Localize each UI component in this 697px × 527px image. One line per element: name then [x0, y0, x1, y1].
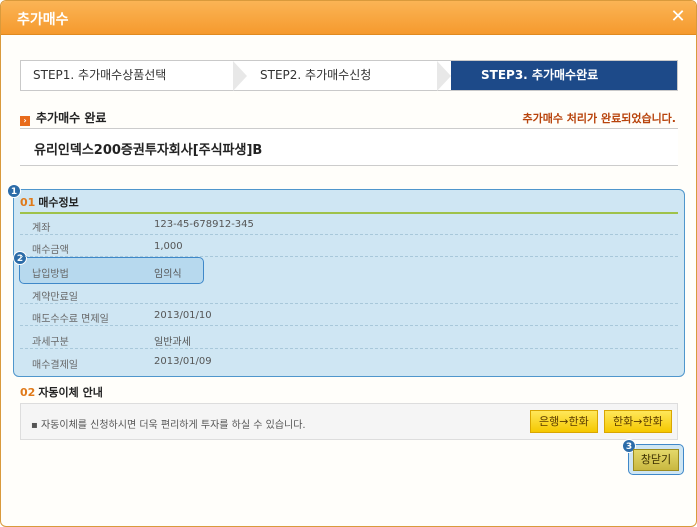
arrow-box-icon: ›: [20, 116, 30, 126]
info-row: 계약만료일: [20, 283, 678, 304]
step-arrow-icon: [437, 61, 451, 91]
window-title: 추가매수: [17, 12, 69, 28]
product-box: 유리인덱스200증권투자회사[주식파생]B: [20, 128, 678, 166]
row-value: 일반과세: [154, 337, 191, 348]
auto-transfer-title: 자동이체 안내: [38, 386, 103, 399]
info-row: 납입방법 임의식: [20, 260, 678, 281]
row-value: 123-45-678912-345: [154, 219, 254, 230]
step-2: STEP2. 추가매수신청: [260, 68, 372, 82]
close-icon[interactable]: ✕: [668, 7, 688, 27]
popup-window: 추가매수 ✕ STEP1. 추가매수상품선택 STEP2. 추가매수신청 STE…: [0, 0, 697, 527]
auto-transfer-desc: 자동이체를 신청하시면 더욱 편리하게 투자를 하실 수 있습니다.: [40, 420, 306, 431]
info-row: 매수금액 1,000: [20, 236, 678, 257]
row-label: 매도수수료 면제일: [32, 314, 109, 325]
info-row: 계좌 123-45-678912-345: [20, 214, 678, 235]
step-arrow-icon: [233, 61, 247, 91]
step-1: STEP1. 추가매수상품선택: [33, 68, 167, 82]
row-value: 1,000: [154, 241, 183, 252]
section-number: 02: [20, 386, 36, 399]
close-window-button[interactable]: 창닫기: [633, 449, 679, 471]
purchase-info-heading: 01 매수정보: [20, 194, 79, 210]
info-row: 과세구분 일반과세: [20, 328, 678, 349]
section-title: › 추가매수 완료: [20, 109, 106, 126]
auto-transfer-heading: 02 자동이체 안내: [20, 384, 103, 400]
info-row: 매수결제일 2013/01/09: [20, 351, 678, 372]
row-label: 계좌: [32, 223, 51, 234]
row-label: 매수결제일: [32, 360, 78, 371]
section-title-text: 추가매수 완료: [36, 111, 107, 125]
completion-message: 추가매수 처리가 완료되었습니다.: [522, 112, 676, 125]
row-label: 매수금액: [32, 245, 69, 256]
purchase-info-title: 매수정보: [38, 196, 79, 209]
bank-to-hanwha-button[interactable]: 은행→한화: [530, 410, 598, 433]
step-3-active: STEP3. 추가매수완료: [451, 61, 677, 90]
info-row: 매도수수료 면제일 2013/01/10: [20, 305, 678, 326]
row-label: 납입방법: [32, 269, 69, 280]
step-indicator: STEP1. 추가매수상품선택 STEP2. 추가매수신청 STEP3. 추가매…: [20, 60, 678, 91]
section-number: 01: [20, 196, 36, 209]
badge-1: 1: [7, 184, 21, 198]
title-bar: 추가매수 ✕: [1, 1, 696, 35]
product-name: 유리인덱스200증권투자회사[주식파생]B: [34, 143, 263, 158]
row-value: 임의식: [154, 269, 182, 280]
row-label: 과세구분: [32, 337, 69, 348]
row-value: 2013/01/09: [154, 356, 212, 367]
row-value: 2013/01/10: [154, 310, 212, 321]
hanwha-to-hanwha-button[interactable]: 한화→한화: [604, 410, 672, 433]
row-label: 계약만료일: [32, 292, 78, 303]
auto-transfer-text: ▪ 자동이체를 신청하시면 더욱 편리하게 투자를 하실 수 있습니다.: [31, 420, 306, 431]
